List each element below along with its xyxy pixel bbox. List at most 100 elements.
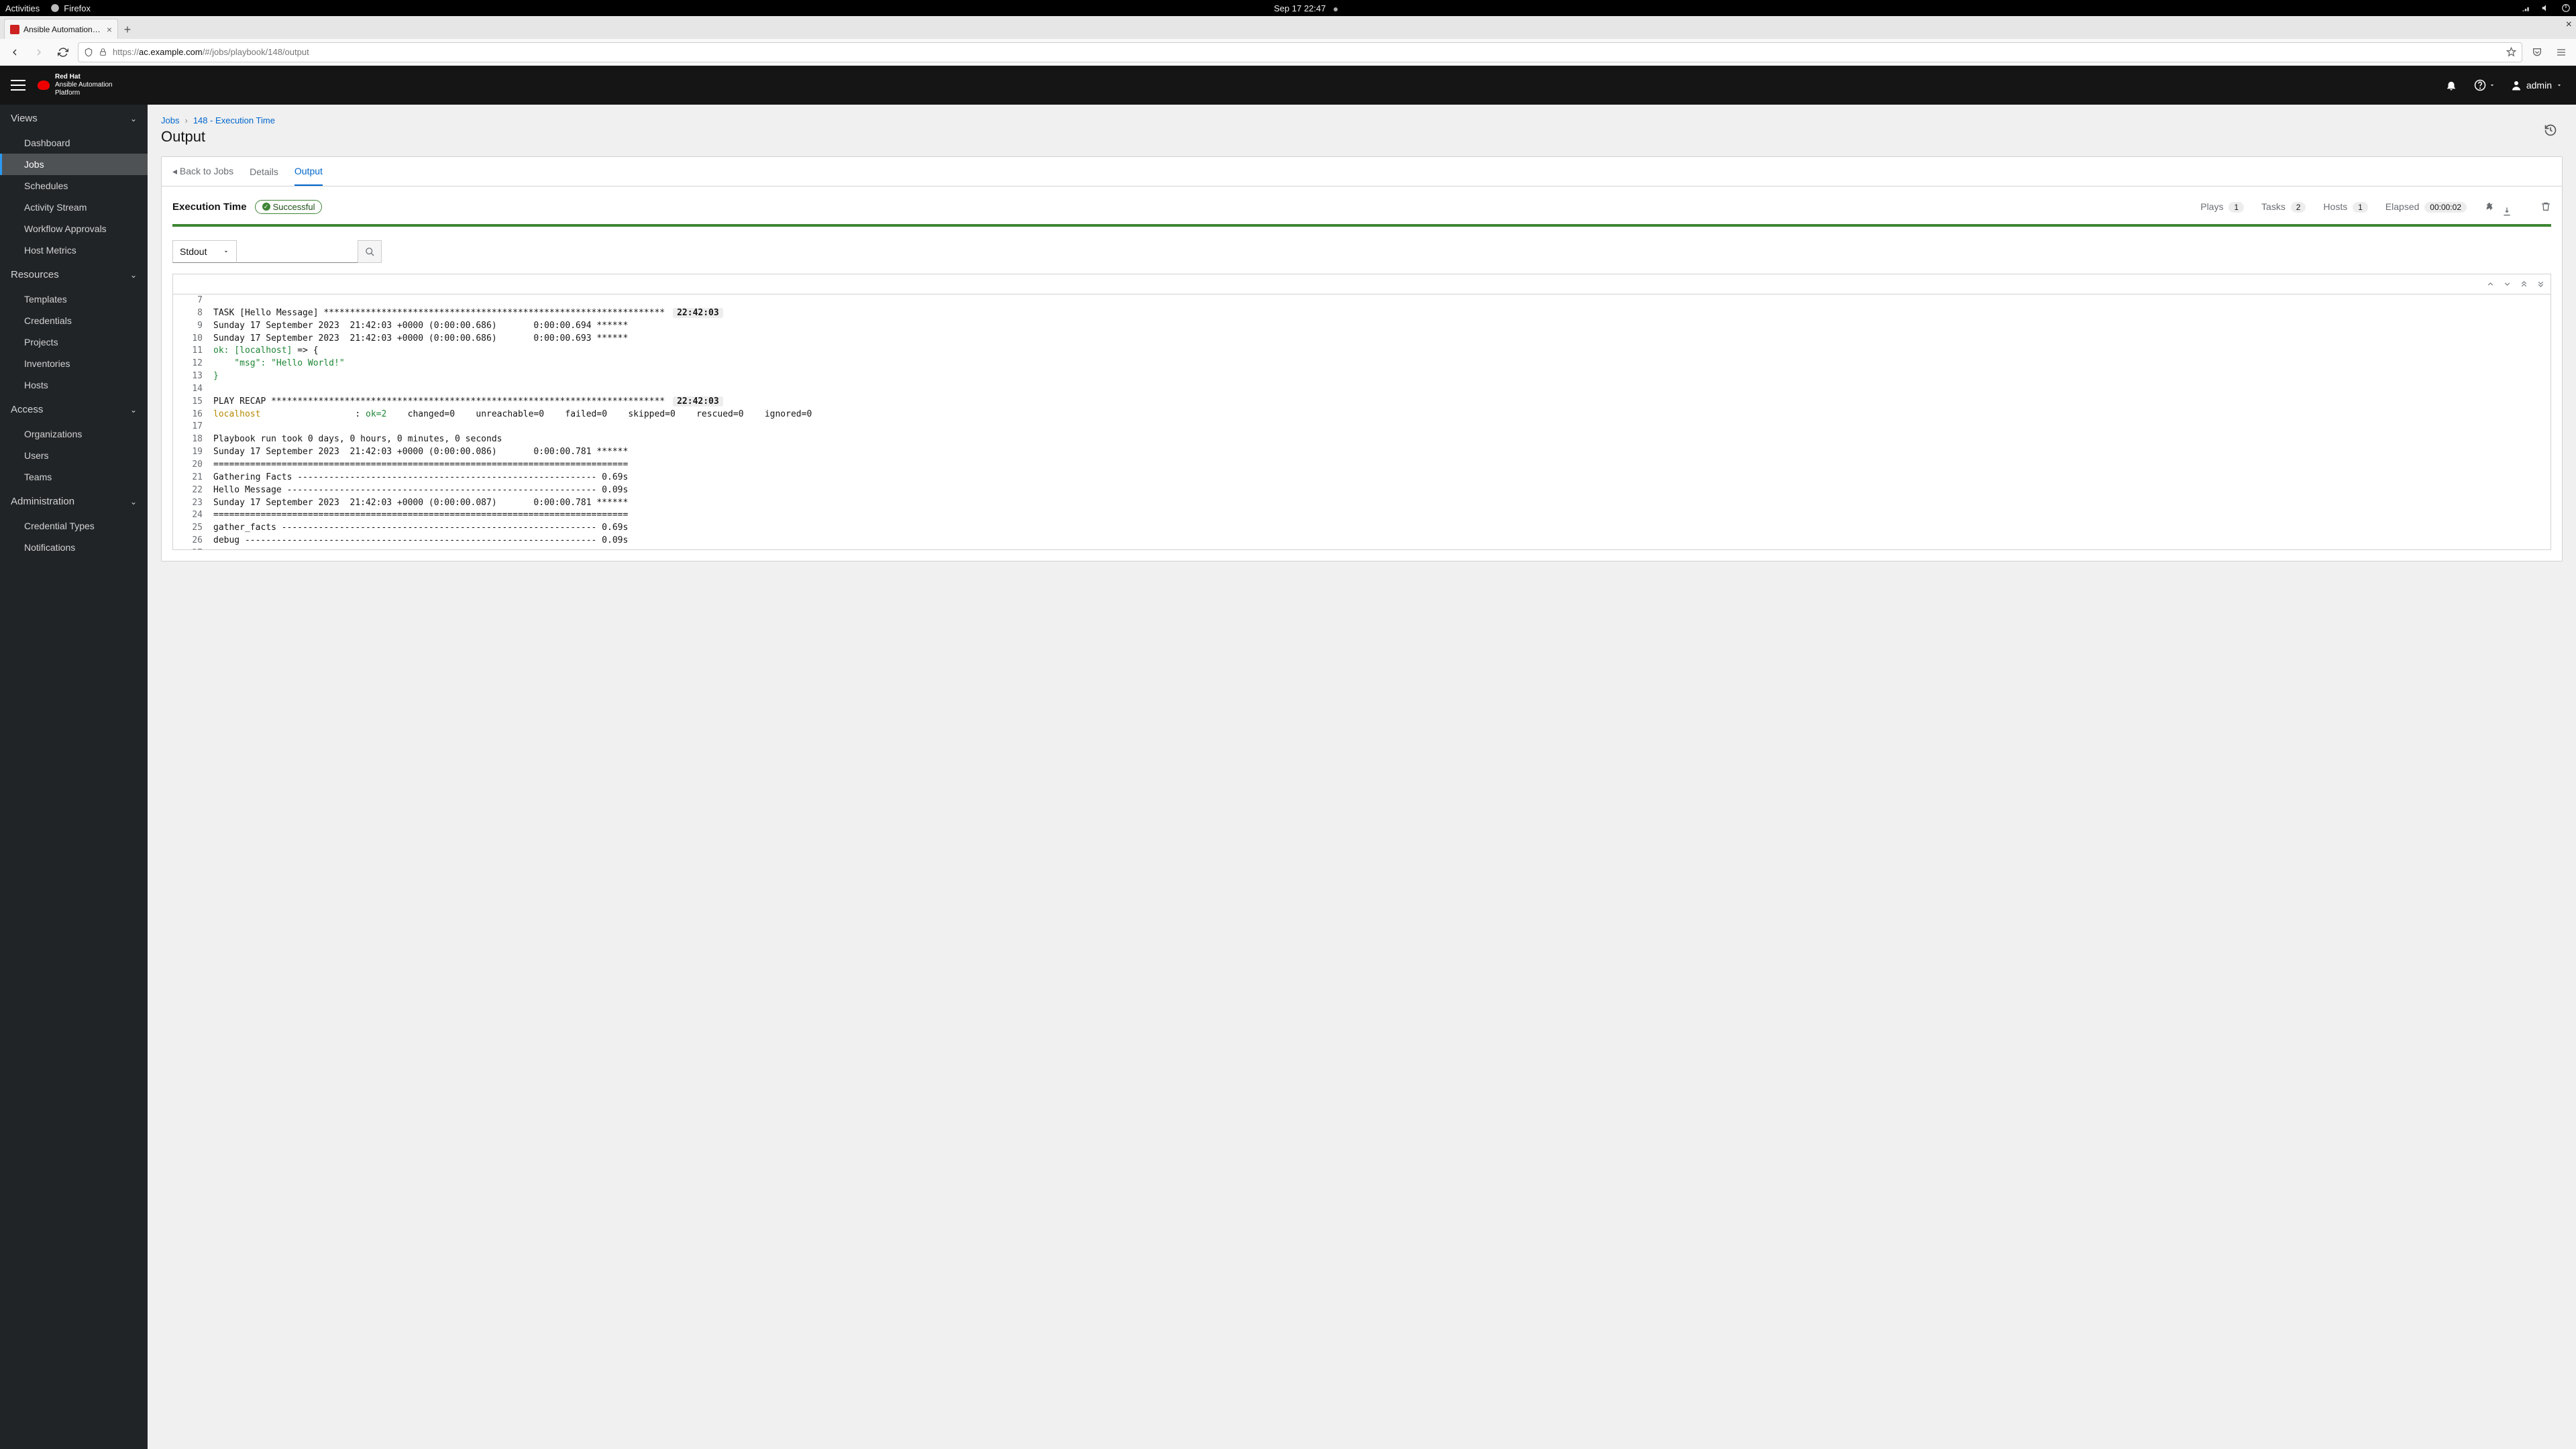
sidebar-item[interactable]: Workflow Approvals [0, 218, 148, 239]
elapsed-stat: Elapsed 00:00:02 [2385, 201, 2467, 212]
output-card: ◂ Back to Jobs Details Output Execution … [161, 156, 2563, 561]
sidebar-item[interactable]: Host Metrics [0, 239, 148, 261]
bookmark-icon[interactable] [2506, 47, 2516, 57]
close-tab-icon[interactable]: × [107, 24, 112, 35]
sidebar-section-header[interactable]: Views⌄ [0, 105, 148, 132]
sidebar-section-header[interactable]: Administration⌄ [0, 488, 148, 515]
sidebar-item[interactable]: Schedules [0, 175, 148, 197]
caret-down-icon [2489, 82, 2496, 89]
output-line: 18Playbook run took 0 days, 0 hours, 0 m… [173, 433, 2551, 446]
delete-icon[interactable] [2540, 201, 2551, 212]
tab-output[interactable]: Output [294, 157, 323, 186]
output-body[interactable]: 78TASK [Hello Message] *****************… [173, 294, 2551, 549]
activities-button[interactable]: Activities [5, 3, 40, 13]
output-pane: 78TASK [Hello Message] *****************… [172, 274, 2551, 550]
sidebar-item[interactable]: Inventories [0, 353, 148, 374]
network-icon[interactable] [2521, 3, 2530, 13]
output-line: 25gather_facts -------------------------… [173, 522, 2551, 535]
output-line: 9Sunday 17 September 2023 21:42:03 +0000… [173, 320, 2551, 333]
sidebar-section-header[interactable]: Resources⌄ [0, 261, 148, 288]
output-line: 7 [173, 294, 2551, 307]
sidebar-item[interactable]: Credentials [0, 310, 148, 331]
tabs: ◂ Back to Jobs Details Output [162, 157, 2562, 186]
output-line: 27~~~~~~~~~~~~~~~~~~~~~~~~~~~~~~~~~~~~~~… [173, 547, 2551, 549]
clock[interactable]: Sep 17 22:47 [1274, 3, 1326, 13]
volume-icon[interactable] [2541, 3, 2551, 13]
browser-tab[interactable]: Ansible Automation Platfo × [4, 19, 118, 39]
sidebar-item[interactable]: Hosts [0, 374, 148, 396]
new-tab-button[interactable]: + [118, 20, 137, 39]
filter-mode-label: Stdout [180, 246, 207, 257]
brand-line1: Red Hat [55, 73, 113, 81]
caret-down-icon [223, 248, 229, 255]
pocket-icon[interactable] [2528, 43, 2546, 62]
app-header: Red Hat Ansible Automation Platform admi… [0, 66, 2576, 105]
output-line: 22Hello Message ------------------------… [173, 484, 2551, 497]
sidebar-item[interactable]: Teams [0, 466, 148, 488]
reload-button[interactable] [54, 43, 72, 62]
sidebar-item[interactable]: Dashboard [0, 132, 148, 154]
sidebar-item[interactable]: Projects [0, 331, 148, 353]
scroll-bottom-icon[interactable] [2536, 280, 2545, 288]
desktop-top-bar: Activities Firefox Sep 17 22:47 [0, 0, 2576, 16]
sidebar-item[interactable]: Templates [0, 288, 148, 310]
sidebar-item[interactable]: Jobs [0, 154, 148, 175]
back-to-jobs[interactable]: ◂ Back to Jobs [172, 166, 233, 177]
job-name: Execution Time [172, 201, 247, 213]
sidebar-item[interactable]: Activity Stream [0, 197, 148, 218]
caret-down-icon [2556, 82, 2563, 89]
forward-button[interactable] [30, 43, 48, 62]
breadcrumb: Jobs › 148 - Execution Time [161, 115, 2563, 125]
scroll-top-icon[interactable] [2520, 280, 2528, 288]
notification-dot-icon [1334, 7, 1338, 11]
sidebar-item[interactable]: Users [0, 445, 148, 466]
brand-logo[interactable]: Red Hat Ansible Automation Platform [38, 73, 113, 97]
relaunch-icon[interactable] [2484, 201, 2495, 212]
tab-title: Ansible Automation Platfo [23, 25, 103, 34]
tasks-stat: Tasks 2 [2261, 201, 2306, 212]
filter-input[interactable] [237, 240, 358, 263]
output-line: 23Sunday 17 September 2023 21:42:03 +000… [173, 497, 2551, 510]
filter-mode-select[interactable]: Stdout [172, 240, 237, 263]
window-close-icon[interactable]: × [2566, 19, 2572, 31]
back-button[interactable] [5, 43, 24, 62]
browser-toolbar: https://ac.example.com/#/jobs/playbook/1… [0, 39, 2576, 66]
progress-bar [172, 224, 2551, 227]
page-title: Output [161, 128, 2563, 146]
notifications-icon[interactable] [2440, 74, 2462, 96]
search-icon [365, 247, 375, 257]
output-line: 16localhost : ok=2 changed=0 unreachable… [173, 409, 2551, 421]
collapse-up-icon[interactable] [2486, 280, 2495, 288]
search-button[interactable] [358, 240, 382, 263]
sidebar-section-header[interactable]: Access⌄ [0, 396, 148, 423]
history-icon[interactable] [2544, 123, 2557, 137]
expand-down-icon[interactable] [2503, 280, 2512, 288]
shield-icon [84, 48, 93, 57]
output-line: 24======================================… [173, 509, 2551, 522]
firefox-indicator[interactable]: Firefox [50, 3, 91, 13]
crumb-jobs[interactable]: Jobs [161, 115, 179, 125]
output-line: 15PLAY RECAP ***************************… [173, 396, 2551, 409]
brand-line3: Platform [55, 89, 113, 97]
timestamp-badge: 22:42:03 [673, 308, 723, 318]
output-line: 10Sunday 17 September 2023 21:42:03 +000… [173, 333, 2551, 345]
main-content: Jobs › 148 - Execution Time Output ◂ Bac… [148, 105, 2576, 1449]
sidebar-item[interactable]: Credential Types [0, 515, 148, 537]
brand-line2: Ansible Automation [55, 81, 113, 89]
sidebar-item[interactable]: Notifications [0, 537, 148, 558]
download-icon[interactable] [2512, 196, 2523, 217]
url-bar[interactable]: https://ac.example.com/#/jobs/playbook/1… [78, 42, 2522, 62]
user-menu[interactable]: admin [2508, 79, 2565, 91]
url-text: https://ac.example.com/#/jobs/playbook/1… [113, 47, 309, 57]
output-line: 12 "msg": "Hello World!" [173, 358, 2551, 370]
browser-tab-strip: Ansible Automation Platfo × + × [0, 16, 2576, 39]
nav-toggle-button[interactable] [11, 80, 25, 91]
tab-details[interactable]: Details [250, 157, 278, 186]
crumb-job[interactable]: 148 - Execution Time [193, 115, 275, 125]
power-icon[interactable] [2561, 3, 2571, 13]
help-icon[interactable] [2474, 74, 2496, 96]
sidebar-item[interactable]: Organizations [0, 423, 148, 445]
menu-icon[interactable] [2552, 43, 2571, 62]
filter-row: Stdout [162, 236, 2562, 274]
output-line: 17 [173, 421, 2551, 433]
